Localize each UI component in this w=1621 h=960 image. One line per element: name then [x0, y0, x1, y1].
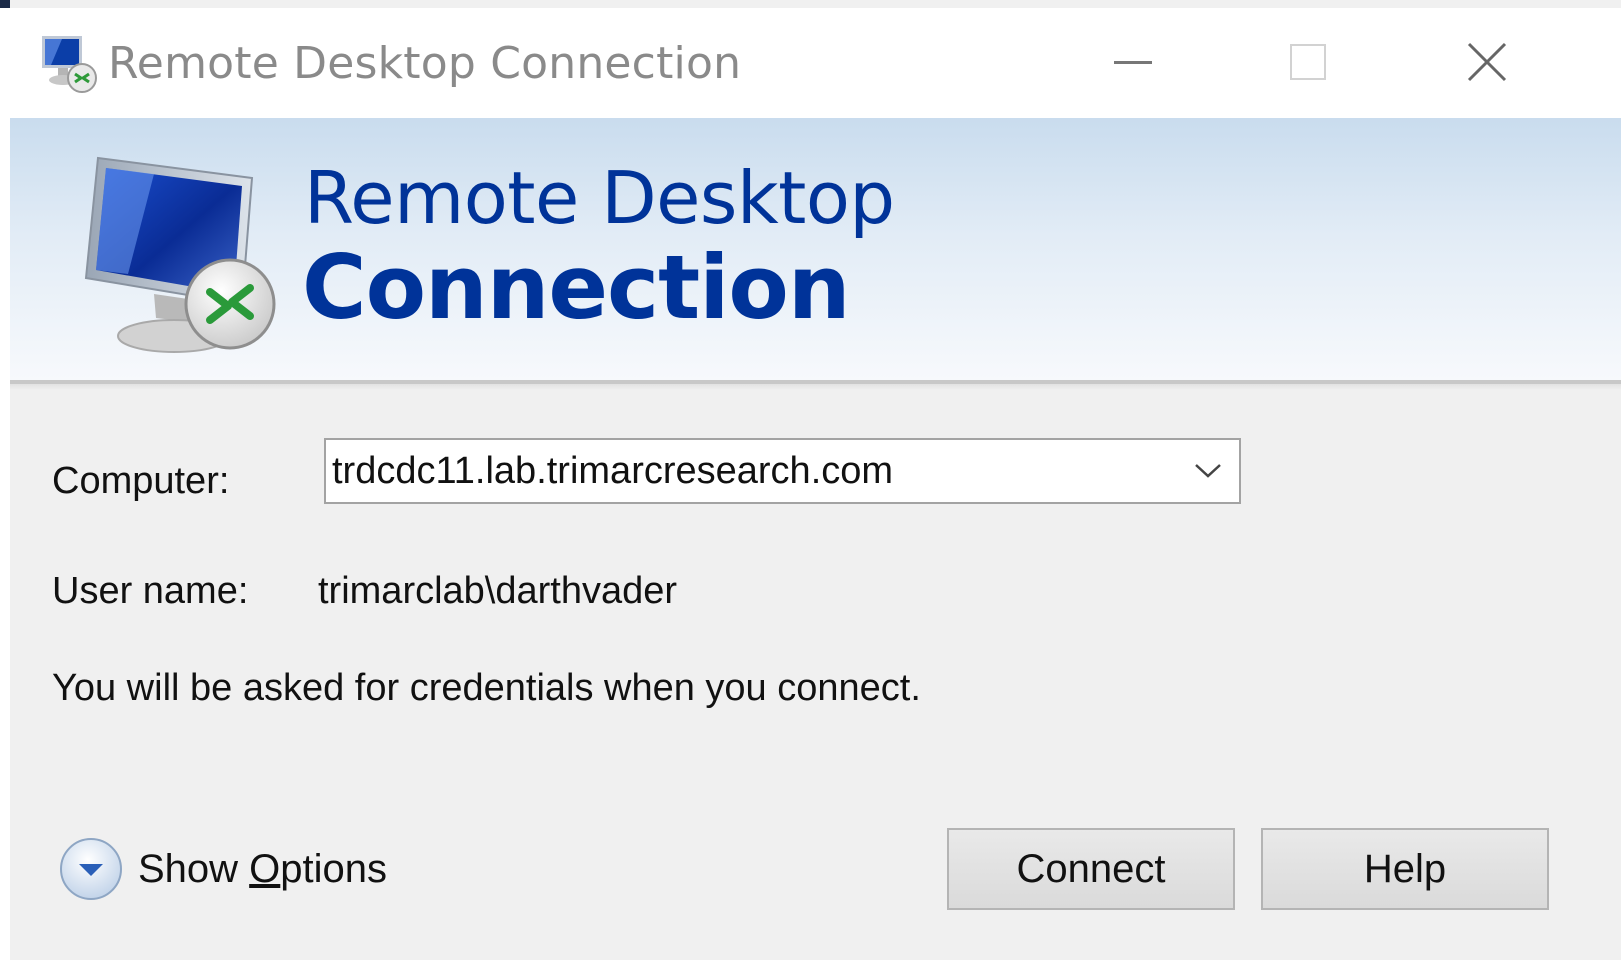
- minimize-icon: [1114, 60, 1152, 64]
- remote-desktop-app-icon: [42, 36, 97, 93]
- username-label: User name:: [52, 570, 249, 612]
- remote-desktop-logo-icon: [84, 156, 276, 353]
- maximize-icon: [1290, 44, 1326, 80]
- show-options-label: Show Options: [138, 846, 388, 891]
- chevron-down-icon: [1195, 464, 1221, 478]
- minimize-button[interactable]: [1083, 16, 1183, 116]
- computer-dropdown-button[interactable]: [1185, 448, 1231, 494]
- computer-label: Computer:: [52, 460, 230, 502]
- close-icon: [1467, 42, 1507, 82]
- title-bar[interactable]: Remote Desktop Connection: [10, 8, 1621, 118]
- window-title: Remote Desktop Connection: [108, 38, 742, 89]
- computer-combobox[interactable]: [324, 438, 1241, 504]
- banner-title-line2: Connection: [302, 236, 851, 339]
- close-button[interactable]: [1437, 16, 1537, 116]
- remote-desktop-window: Remote Desktop Connection Remote Desktop…: [10, 0, 1621, 960]
- username-value: trimarclab\darthvader: [318, 570, 678, 612]
- help-button[interactable]: Help: [1261, 828, 1549, 910]
- header-banner: Remote Desktop Connection: [10, 118, 1621, 384]
- banner-title-line1: Remote Desktop: [304, 156, 895, 240]
- computer-input[interactable]: [332, 446, 1172, 496]
- connect-button[interactable]: Connect: [947, 828, 1235, 910]
- banner-divider: [10, 384, 1621, 390]
- maximize-button[interactable]: [1258, 16, 1358, 116]
- show-options-toggle[interactable]: Show Options: [58, 834, 387, 904]
- credentials-note: You will be asked for credentials when y…: [52, 667, 921, 709]
- expand-options-icon: [60, 838, 122, 900]
